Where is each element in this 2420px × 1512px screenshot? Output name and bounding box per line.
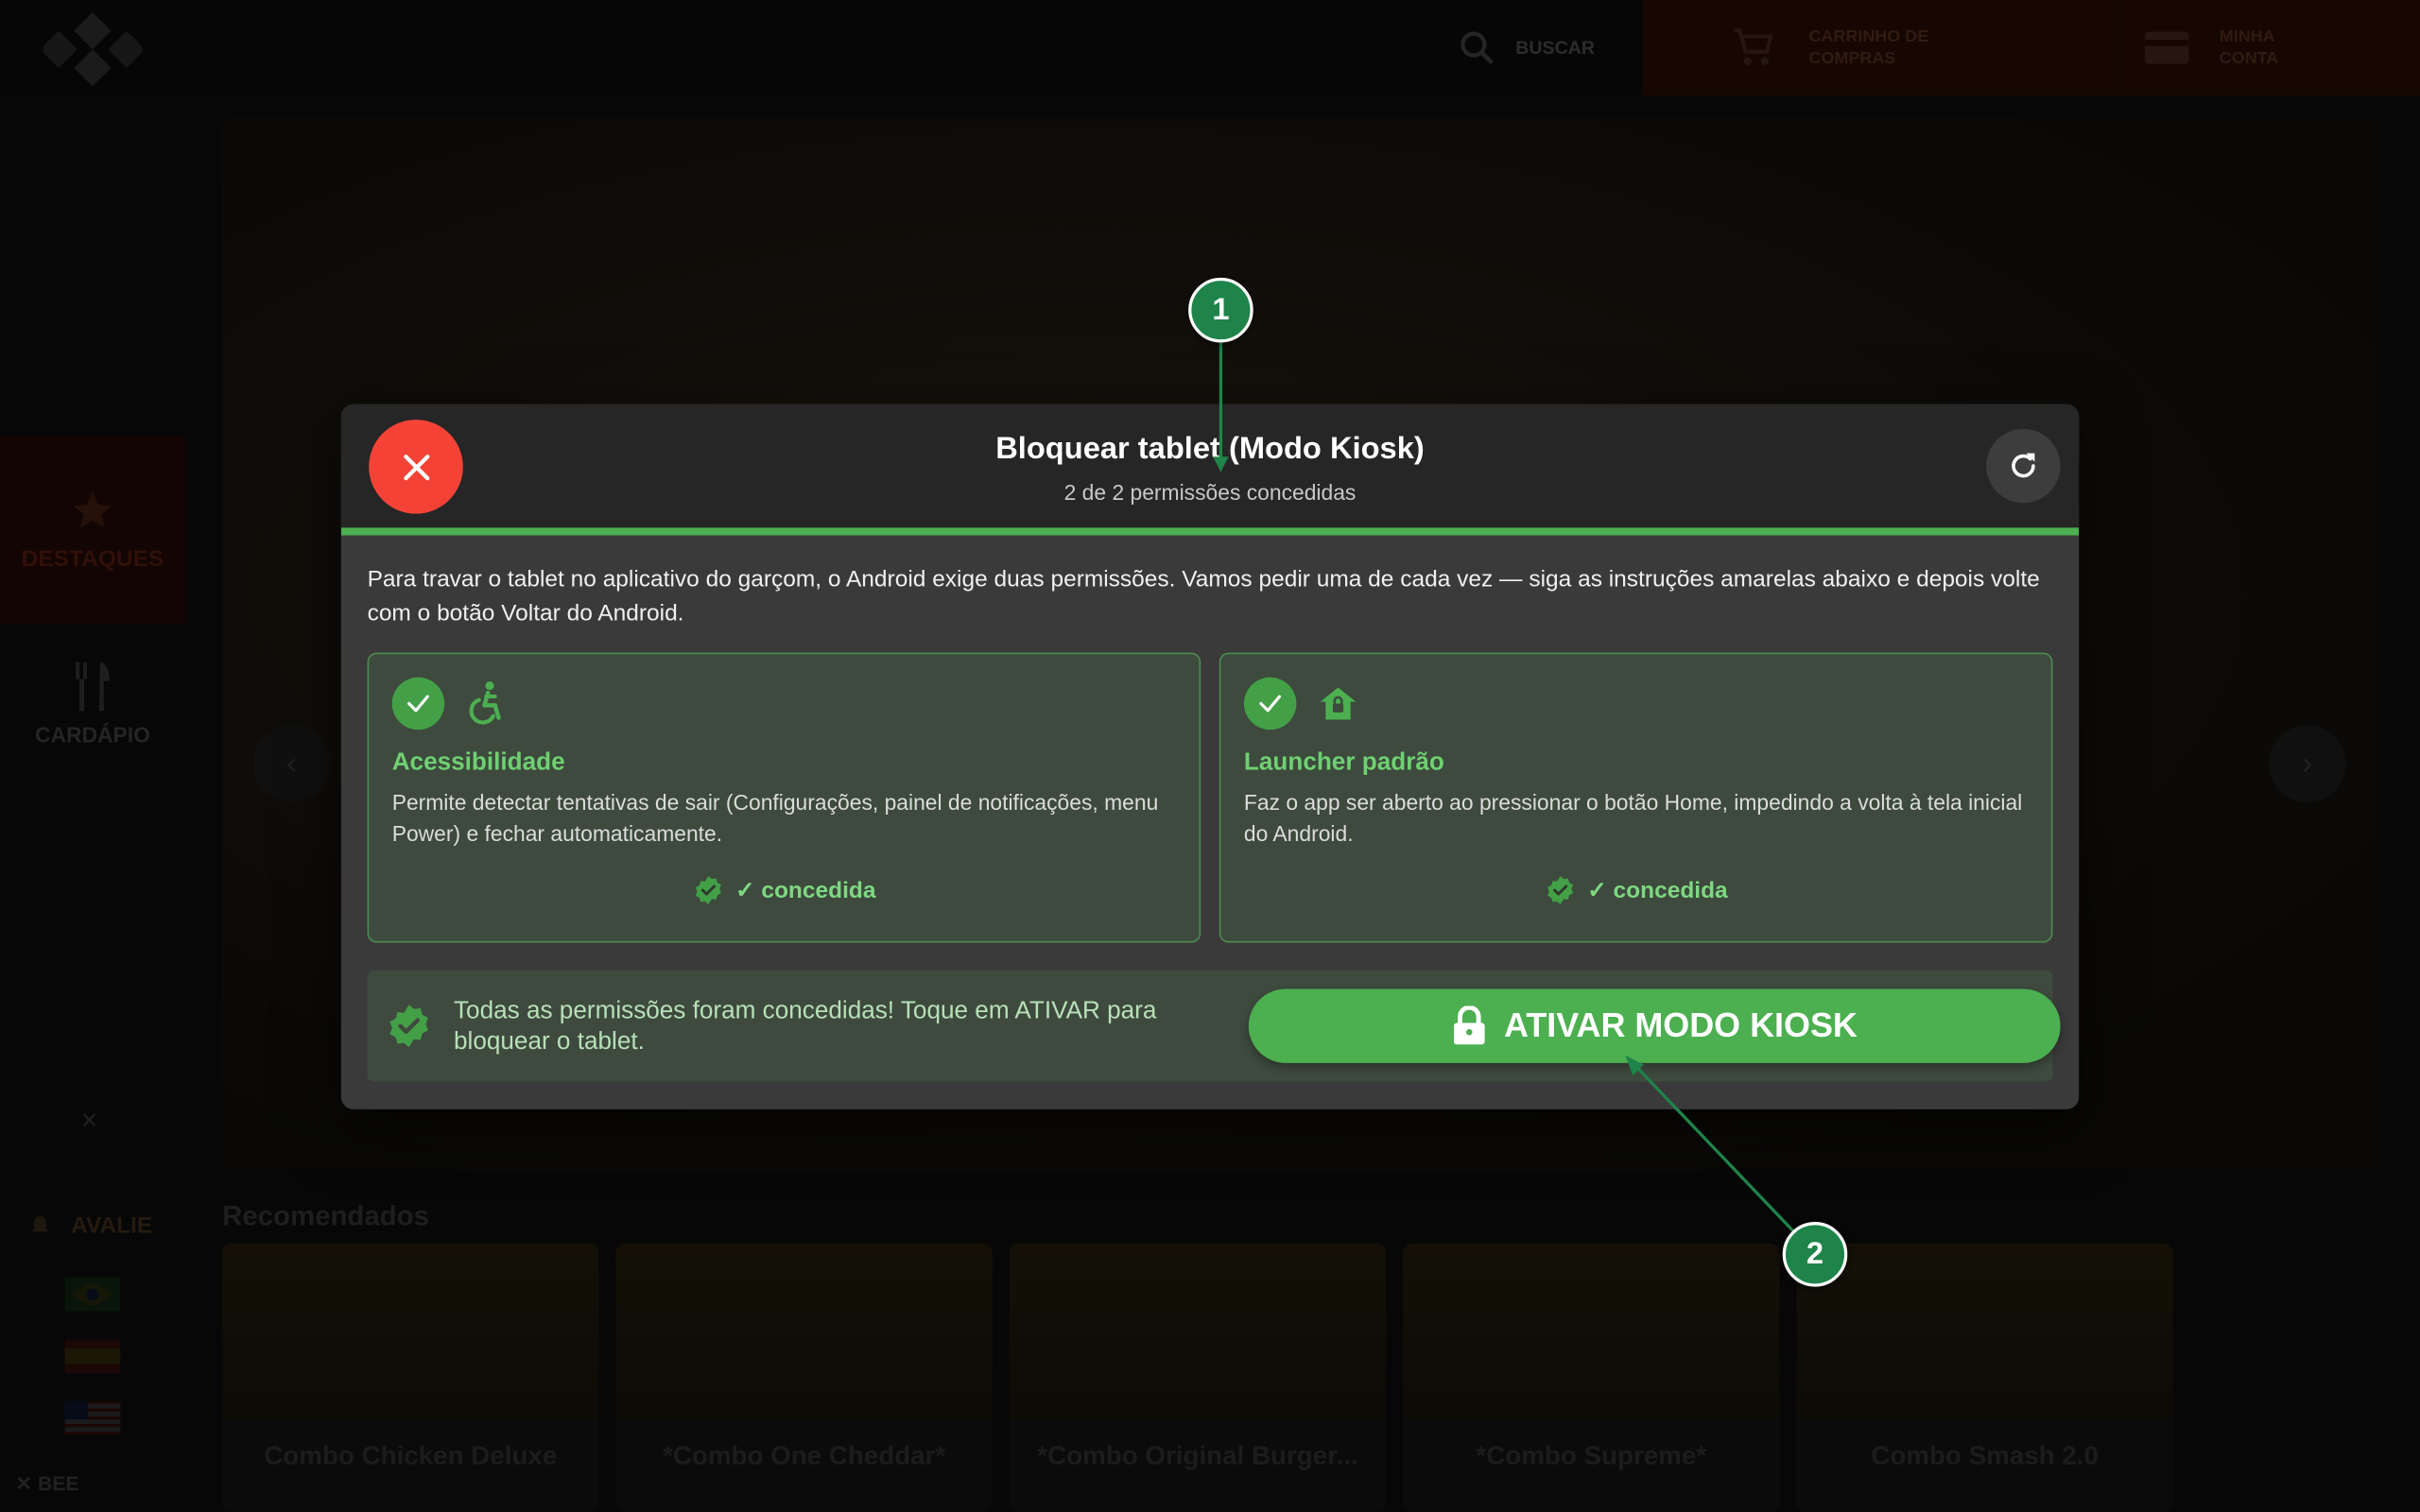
permission-text: Faz o app ser aberto ao pressionar o bot…: [1243, 789, 2023, 846]
refresh-button[interactable]: [1986, 428, 2061, 504]
granted-check-icon: [391, 677, 445, 730]
dialog-description: Para travar o tablet no aplicativo do ga…: [367, 566, 2040, 627]
annotation-marker-2: 2: [1782, 1222, 1848, 1287]
activate-kiosk-button[interactable]: ATIVAR MODO KIOSK: [1248, 988, 2061, 1063]
refresh-icon: [2012, 453, 2035, 478]
permission-title: Launcher padrão: [1243, 749, 1444, 777]
granted-check-icon: [1243, 677, 1297, 730]
activate-kiosk-label: ATIVAR MODO KIOSK: [1504, 1005, 1858, 1045]
permission-status: ✓ concedida: [369, 875, 1199, 906]
permission-progress-bar: [340, 527, 2080, 536]
permission-status-label: ✓ concedida: [735, 877, 876, 904]
verified-badge-icon: [1547, 876, 1573, 905]
dialog-subtitle: 2 de 2 permissões concedidas: [1063, 479, 1357, 505]
verified-badge-icon: [389, 1005, 428, 1048]
dialog-header: Bloquear tablet (Modo Kiosk) 2 de 2 perm…: [340, 404, 2080, 531]
accessibility-icon: [469, 681, 501, 725]
permission-card-launcher[interactable]: Launcher padrão Faz o app ser aberto ao …: [1219, 652, 2053, 943]
permission-text: Permite detectar tentativas de sair (Con…: [391, 789, 1159, 846]
permission-card-accessibility[interactable]: Acessibilidade Permite detectar tentativ…: [367, 652, 1201, 943]
permission-title: Acessibilidade: [391, 749, 565, 777]
ready-banner: Todas as permissões foram concedidas! To…: [367, 970, 2061, 1082]
permission-status-label: ✓ concedida: [1587, 877, 1728, 904]
home-lock-icon: [1320, 687, 1357, 720]
permission-progress-fill: [340, 527, 2080, 536]
lock-icon: [1453, 1005, 1484, 1045]
ready-message: Todas as permissões foram concedidas! To…: [453, 998, 1157, 1056]
verified-badge-icon: [695, 876, 721, 905]
annotation-marker-1: 1: [1188, 277, 1253, 343]
dialog-title: Bloquear tablet (Modo Kiosk): [995, 432, 1425, 467]
permission-status: ✓ concedida: [1220, 875, 2050, 906]
kiosk-dialog: Bloquear tablet (Modo Kiosk) 2 de 2 perm…: [340, 404, 2080, 1109]
